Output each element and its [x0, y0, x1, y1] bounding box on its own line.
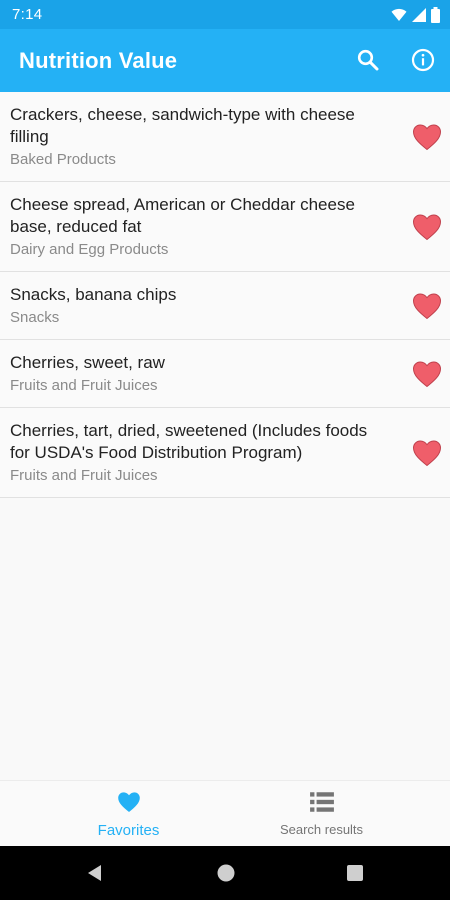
item-category: Fruits and Fruit Juices: [10, 377, 158, 394]
info-icon: [411, 48, 435, 72]
item-category: Dairy and Egg Products: [10, 241, 169, 258]
item-name: Cheese spread, American or Cheddar chees…: [10, 195, 355, 236]
item-category: Snacks: [10, 309, 60, 326]
item-category: Fruits and Fruit Juices: [10, 467, 158, 484]
bottom-navigation: Favorites Search results: [0, 780, 450, 846]
app-bar: Nutrition Value: [0, 29, 450, 92]
heart-icon[interactable]: [412, 123, 442, 151]
item-name: Crackers, cheese, sandwich-type with che…: [10, 105, 355, 146]
tab-favorites-label: Favorites: [97, 822, 160, 839]
heart-icon[interactable]: [412, 439, 442, 467]
system-navigation-bar: [0, 846, 450, 900]
wifi-icon: [391, 8, 407, 21]
favorites-list: Crackers, cheese, sandwich-type with che…: [0, 92, 450, 498]
search-icon: [357, 49, 379, 71]
status-bar: 7:14: [0, 0, 450, 29]
battery-icon: [431, 7, 440, 23]
list-item[interactable]: Cheese spread, American or Cheddar chees…: [0, 182, 450, 272]
list-icon: [309, 792, 334, 812]
tab-search-results[interactable]: Search results: [209, 781, 434, 847]
search-button[interactable]: [350, 42, 386, 78]
item-name: Cherries, tart, dried, sweetened (Includ…: [10, 421, 368, 462]
item-name: Snacks, banana chips: [10, 285, 177, 304]
heart-icon[interactable]: [412, 213, 442, 241]
list-item[interactable]: Cherries, tart, dried, sweetened (Includ…: [0, 408, 450, 498]
tab-search-results-label: Search results: [279, 822, 364, 837]
home-icon[interactable]: [216, 863, 236, 883]
item-name: Cherries, sweet, raw: [10, 353, 165, 372]
heart-icon: [117, 792, 140, 812]
list-item[interactable]: Cherries, sweet, raw Fruits and Fruit Ju…: [0, 340, 450, 408]
status-time: 7:14: [12, 6, 43, 23]
item-category: Baked Products: [10, 151, 116, 168]
back-icon[interactable]: [85, 863, 105, 883]
status-icons: [391, 6, 440, 24]
list-item[interactable]: Snacks, banana chips Snacks: [0, 272, 450, 340]
heart-icon[interactable]: [412, 292, 442, 320]
signal-icon: [412, 8, 426, 22]
tab-favorites[interactable]: Favorites: [16, 781, 241, 847]
heart-icon[interactable]: [412, 360, 442, 388]
recents-icon[interactable]: [345, 863, 365, 883]
list-item[interactable]: Crackers, cheese, sandwich-type with che…: [0, 92, 450, 182]
info-button[interactable]: [405, 42, 441, 78]
app-title: Nutrition Value: [19, 48, 178, 73]
